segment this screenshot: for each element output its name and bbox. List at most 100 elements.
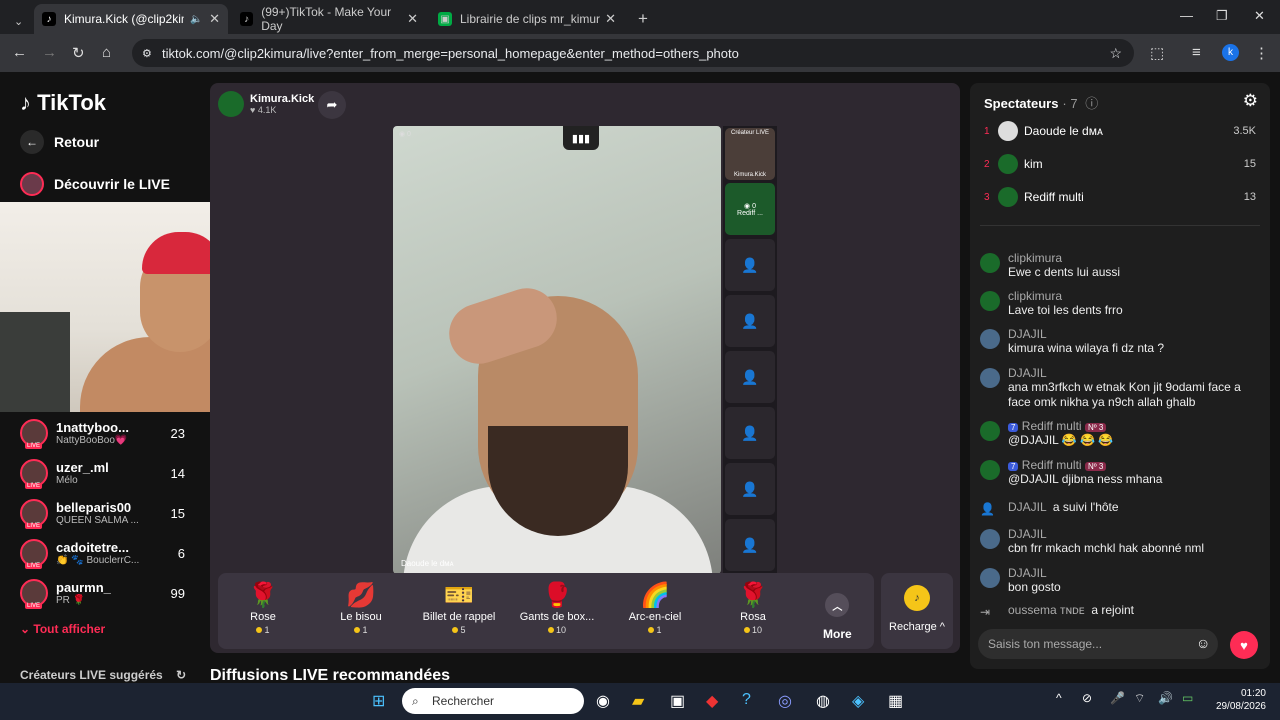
tiktok-logo[interactable]: ♪ TikTok (20, 90, 106, 116)
viewer-row[interactable]: 1 Daoude le dᴍᴀ 3.5K (984, 121, 1256, 141)
recharge-button[interactable]: ♪ Recharge ^ (881, 573, 953, 649)
empty-slot-user-icon[interactable]: 👤 (725, 295, 775, 347)
guest-slot-rediff[interactable]: ◉ 0 Rediff ... (725, 183, 775, 235)
viewer-row[interactable]: 3 Rediff multi 13 (984, 187, 1256, 207)
extensions-icon[interactable]: ⬚ (1150, 44, 1164, 62)
battery-icon[interactable]: ▭ (1182, 691, 1193, 705)
chevron-up-icon[interactable]: ^ (1056, 691, 1062, 705)
minimize-icon[interactable]: — (1180, 8, 1193, 23)
help-icon[interactable]: ? (742, 691, 751, 709)
volume-icon[interactable]: 🔊 (1158, 691, 1173, 705)
empty-slot-user-icon[interactable]: 👤 (725, 519, 775, 571)
gift-arc[interactable]: 🌈 Arc-en-ciel 1 (610, 581, 700, 635)
emoji-icon[interactable]: ☺ (1196, 635, 1210, 651)
store-icon[interactable]: ▣ (670, 691, 685, 711)
gear-icon[interactable]: ⚙ (1243, 91, 1258, 111)
avatar: LIVE (20, 459, 48, 489)
avatar (980, 460, 1000, 480)
refresh-icon[interactable]: ↻ (176, 668, 186, 682)
forward-arrow-icon[interactable]: → (42, 44, 57, 61)
chat-message: clipkimura Lave toi les dents frro (980, 289, 1262, 318)
windows-taskbar: ⊞ ⌕ Rechercher ◉ ▰ ▣ ◆ ? ◎ ◍ ◈ ▦ ^ ⊘ 🎤 ⌔ … (0, 683, 1280, 720)
gift-billet[interactable]: 🎫 Billet de rappel 5 (414, 581, 504, 635)
app-icon[interactable]: ◆ (706, 691, 718, 711)
discover-avatar (20, 172, 44, 196)
live-video[interactable]: ◉ 0 ▮▮▮ Daoude le dᴍᴀ (393, 126, 721, 574)
creator-item[interactable]: LIVE belleparis00 QUEEN SALMA ... 15 (20, 499, 185, 529)
address-bar: ← → ↻ ⌂ ⚙ tiktok.com/@clip2kimura/live?e… (0, 34, 1280, 72)
taskbar-search[interactable]: ⌕ Rechercher (402, 688, 584, 714)
back-link[interactable]: ← Retour (20, 130, 99, 154)
site-info-icon[interactable]: ⚙ (142, 47, 152, 60)
info-icon[interactable]: ⓘ (1085, 96, 1098, 111)
obs-icon[interactable]: ◍ (816, 691, 830, 711)
creator-item[interactable]: LIVE paurmn_ PR 🌹 99 (20, 579, 185, 609)
discord-icon[interactable]: ◎ (778, 691, 792, 711)
suggested-creators-heading: Créateurs LIVE suggérés ↻ (20, 668, 187, 682)
creator-item[interactable]: LIVE 1nattyboo... NattyBooBoo💗 23 (20, 419, 185, 449)
chrome-icon[interactable]: ◉ (596, 691, 610, 711)
avatar: LIVE (20, 539, 48, 569)
folder-icon[interactable]: ▰ (632, 691, 644, 711)
gift-rose[interactable]: 🌹 Rose 1 (218, 581, 308, 635)
maximize-icon[interactable]: ❐ (1216, 8, 1228, 24)
tab-kimura[interactable]: ♪ Kimura.Kick (@clip2kimura) 🔈 ✕ (34, 4, 228, 34)
creator-item[interactable]: LIVE uzer_.ml Mélo 14 (20, 459, 185, 489)
heart-icon[interactable]: ♥ (1230, 631, 1258, 659)
host-info[interactable]: Kimura.Kick ♥ 4.1K (218, 91, 314, 117)
tab-tiktok[interactable]: ♪ (99+)TikTok - Make Your Day ✕ (232, 4, 426, 34)
gift-gants[interactable]: 🥊 Gants de box... 10 (512, 581, 602, 635)
close-tab-icon[interactable]: ✕ (605, 11, 616, 27)
media-icon[interactable]: ≡ (1192, 44, 1201, 61)
message-input[interactable]: Saisis ton message... (978, 629, 1218, 659)
chat-event: ⇥ oussema ᴛɴᴅᴇ a rejoint (980, 603, 1262, 625)
gift-rosa[interactable]: 🌹 Rosa 10 (708, 581, 798, 635)
home-icon[interactable]: ⌂ (102, 44, 111, 61)
avatar (980, 253, 1000, 273)
browser-tab-bar: ⌄ ♪ Kimura.Kick (@clip2kimura) 🔈 ✕ ♪ (99… (0, 0, 1280, 34)
discover-live-link[interactable]: Découvrir le LIVE (20, 172, 170, 196)
network-off-icon[interactable]: ⊘ (1082, 691, 1092, 705)
chat-event: 👤 DJAJIL a suivi l'hôte (980, 500, 1262, 522)
new-tab-button[interactable]: + (630, 4, 656, 34)
show-all-link[interactable]: ⌄ Tout afficher (20, 622, 105, 636)
audio-bars-icon[interactable]: ▮▮▮ (563, 126, 599, 150)
empty-slot-user-icon[interactable]: 👤 (725, 407, 775, 459)
clock[interactable]: 01:20 29/08/2026 (1216, 687, 1266, 713)
guest-slot-host[interactable]: Créateur LIVE Kimura.Kick (725, 128, 775, 180)
close-tab-icon[interactable]: ✕ (209, 11, 220, 27)
creator-item[interactable]: LIVE cadoitetre... 👏 🐾 BouclerrC... 6 (20, 539, 185, 569)
url-field[interactable]: ⚙ tiktok.com/@clip2kimura/live?enter_fro… (132, 39, 1134, 67)
wifi-icon[interactable]: ⌔ (1134, 691, 1145, 706)
tab-search-button[interactable]: ⌄ (6, 6, 31, 36)
tiktok-page: ♪ TikTok ← Retour Découvrir le LIVE LIVE… (0, 72, 1280, 683)
follow-icon: 👤 (980, 502, 995, 516)
host-avatar (218, 91, 244, 117)
back-arrow-icon[interactable]: ← (12, 44, 27, 61)
tiktok-icon: ♪ (42, 12, 56, 26)
back-arrow-icon: ← (20, 130, 44, 154)
more-gifts-button[interactable]: ︿ More (823, 593, 852, 641)
chat-message: DJAJIL cbn frr mkach mchkl hak abonné nml (980, 527, 1262, 556)
empty-slot-user-icon[interactable]: 👤 (725, 239, 775, 291)
bookmark-star-icon[interactable]: ☆ (1109, 45, 1122, 62)
menu-kebab-icon[interactable]: ⋮ (1254, 44, 1269, 62)
share-icon[interactable]: ➦ (318, 91, 346, 119)
chat-message: 7 Rediff multi Nº 3 @DJAJIL djibna ness m… (980, 458, 1262, 487)
chevron-up-icon: ︿ (825, 593, 850, 617)
viewer-row[interactable]: 2 kim 15 (984, 154, 1256, 174)
mic-icon[interactable]: 🎤 (1110, 691, 1125, 705)
empty-slot-user-icon[interactable]: 👤 (725, 463, 775, 515)
tab-clips[interactable]: ▣ Librairie de clips mr_kimura | Cli ✕ (430, 4, 624, 34)
gift-bisou[interactable]: 💋 Le bisou 1 (316, 581, 406, 635)
empty-slot-user-icon[interactable]: 👤 (725, 351, 775, 403)
speaker-icon[interactable]: 🔈 (190, 14, 202, 25)
reload-icon[interactable]: ↻ (72, 44, 85, 62)
close-window-icon[interactable]: ✕ (1254, 8, 1265, 24)
calculator-icon[interactable]: ▦ (888, 691, 903, 711)
close-tab-icon[interactable]: ✕ (407, 11, 418, 27)
recommended-heading: Diffusions LIVE recommandées (210, 667, 451, 683)
windows-start-icon[interactable]: ⊞ (372, 691, 385, 711)
profile-avatar[interactable]: k (1222, 44, 1239, 61)
app2-icon[interactable]: ◈ (852, 691, 864, 711)
